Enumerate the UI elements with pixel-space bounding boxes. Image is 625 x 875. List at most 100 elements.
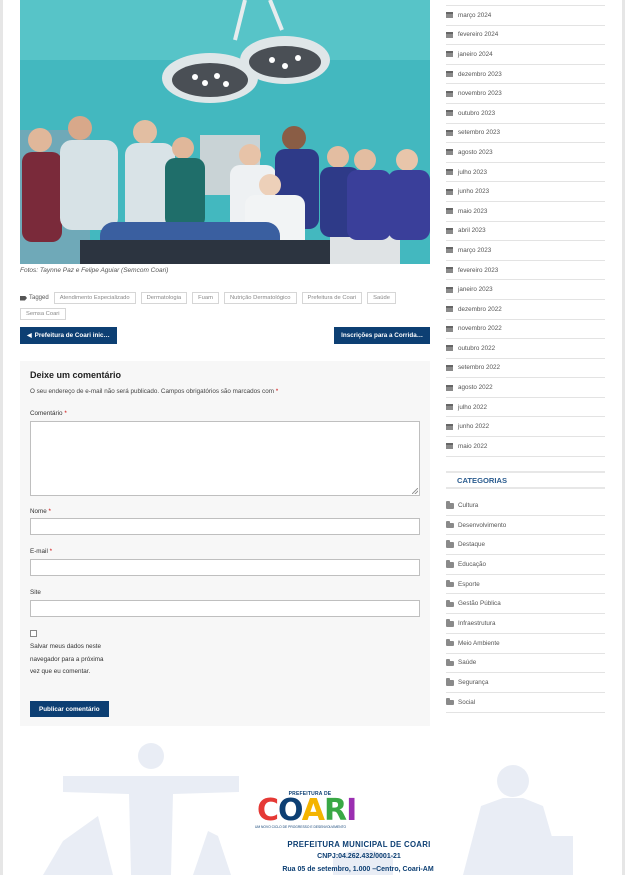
category-link[interactable]: Esporte (446, 575, 605, 595)
tag-link[interactable]: Saúde (367, 292, 396, 304)
page: Fotos: Taynne Paz e Felipe Aguiar (Semco… (0, 0, 625, 875)
category-link-label: Meio Ambiente (458, 639, 500, 647)
calendar-icon (446, 129, 453, 136)
archive-link-label: março 2024 (458, 11, 492, 19)
archive-link[interactable]: outubro 2022 (446, 339, 605, 359)
folder-icon (446, 580, 454, 588)
folder-icon (446, 560, 454, 568)
archive-link[interactable]: junho 2022 (446, 417, 605, 438)
comment-textarea[interactable] (30, 421, 420, 496)
archive-link[interactable]: maio 2022 (446, 437, 605, 457)
category-link[interactable]: Cultura (446, 496, 605, 516)
calendar-icon (446, 443, 453, 450)
archive-link[interactable]: julho 2023 (446, 163, 605, 183)
calendar-icon (446, 227, 453, 234)
archive-link-label: junho 2022 (458, 423, 490, 431)
archive-link[interactable]: outubro 2023 (446, 104, 605, 124)
archives-list: março 2024 fevereiro 2024 janeiro 2024 deze… (446, 5, 605, 457)
calendar-icon (446, 110, 453, 117)
category-link[interactable]: Segurança (446, 673, 605, 693)
next-post-button[interactable]: Inscrições para a Corrida… (334, 327, 430, 344)
email-label: E-mail * (30, 548, 52, 555)
archive-link[interactable]: fevereiro 2023 (446, 261, 605, 281)
archive-link-label: setembro 2023 (458, 129, 501, 137)
archive-link[interactable]: janeiro 2023 (446, 280, 605, 300)
archive-link[interactable]: abril 2023 (446, 222, 605, 242)
calendar-icon (446, 71, 453, 78)
category-link[interactable]: Infraestrutura (446, 614, 605, 634)
comment-label: Comentário * (30, 410, 67, 417)
archive-link[interactable]: junho 2023 (446, 182, 605, 202)
category-link[interactable]: Social (446, 693, 605, 713)
name-label-text: Nome (30, 508, 47, 515)
category-link[interactable]: Gestão Pública (446, 594, 605, 615)
previous-post-button[interactable]: ◀ Prefeitura de Coari inic… (20, 327, 117, 344)
email-input[interactable] (30, 559, 420, 576)
category-link-label: Segurança (458, 679, 489, 687)
required-mark: * (275, 388, 279, 395)
tag-link[interactable]: Dermatologia (140, 292, 188, 304)
folder-icon (446, 639, 454, 647)
tag-link[interactable]: Atendimento Especializado (53, 292, 136, 304)
resize-grip-icon[interactable] (412, 488, 418, 494)
category-link-label: Saúde (458, 659, 477, 667)
site-input[interactable] (30, 600, 420, 617)
tag-link[interactable]: Semsa Coari (20, 308, 66, 320)
next-post-label: Inscrições para a Corrida… (341, 332, 423, 339)
archive-link[interactable]: setembro 2022 (446, 359, 605, 379)
folder-icon (446, 540, 454, 548)
archive-link-label: março 2023 (458, 246, 492, 254)
archive-link-label: outubro 2023 (458, 109, 496, 117)
footer-address: Rua 05 de setembro, 1.000 –Centro, Coari… (282, 866, 434, 873)
tag-link[interactable]: Prefeitura de Coari (301, 292, 363, 304)
archive-link-label: janeiro 2024 (458, 50, 493, 58)
comment-notes-text: O seu endereço de e-mail não será public… (30, 388, 274, 395)
archive-link[interactable]: janeiro 2024 (446, 45, 605, 65)
logo-slogan: UM NOVO CICLO DE PROGRESSO E DESENVOLVIM… (255, 825, 347, 829)
category-link[interactable]: Desenvolvimento (446, 516, 605, 536)
tag-link[interactable]: Nutrição Dermatológico (223, 292, 297, 304)
category-link-label: Desenvolvimento (458, 521, 507, 529)
category-link-label: Educação (458, 560, 487, 568)
category-link[interactable]: Destaque (446, 535, 605, 556)
name-input[interactable] (30, 518, 420, 535)
archive-link[interactable]: março 2024 (446, 6, 605, 26)
archive-link[interactable]: maio 2023 (446, 202, 605, 222)
category-link[interactable]: Meio Ambiente (446, 634, 605, 654)
archive-link[interactable]: julho 2022 (446, 398, 605, 418)
archive-link[interactable]: novembro 2022 (446, 320, 605, 340)
calendar-icon (446, 345, 453, 352)
folder-icon (446, 501, 454, 509)
required-mark: * (49, 548, 53, 555)
archive-link[interactable]: dezembro 2023 (446, 65, 605, 85)
site-label: Site (30, 589, 41, 596)
archive-link-label: julho 2022 (458, 403, 488, 411)
calendar-icon (446, 267, 453, 274)
tag-link[interactable]: Fuam (192, 292, 219, 304)
archive-link[interactable]: março 2023 (446, 241, 605, 261)
calendar-icon (446, 404, 453, 411)
save-info-label: Salvar meus dados neste navegador para a… (30, 643, 104, 675)
calendar-icon (446, 364, 453, 371)
comment-label-text: Comentário (30, 410, 63, 417)
archive-link[interactable]: agosto 2023 (446, 143, 605, 163)
comment-form-title: Deixe um comentário (30, 370, 122, 380)
folder-icon (446, 678, 454, 686)
archive-link[interactable]: fevereiro 2024 (446, 26, 605, 46)
archive-link-label: setembro 2022 (458, 364, 501, 372)
archive-link[interactable]: agosto 2022 (446, 378, 605, 398)
archive-link[interactable]: setembro 2023 (446, 124, 605, 144)
submit-comment-button[interactable]: Publicar comentário (30, 701, 109, 717)
archive-link[interactable]: novembro 2023 (446, 84, 605, 104)
archive-link[interactable]: dezembro 2022 (446, 300, 605, 320)
archive-link-label: outubro 2022 (458, 344, 496, 352)
photo-caption: Fotos: Taynne Paz e Felipe Aguiar (Semco… (20, 267, 169, 274)
save-info-checkbox[interactable] (30, 630, 37, 637)
footer-org-name: PREFEITURA MUNICIPAL DE COARI (287, 840, 431, 849)
archive-link-label: fevereiro 2023 (458, 266, 499, 274)
folder-icon (446, 658, 454, 667)
category-link[interactable]: Educação (446, 555, 605, 575)
archive-link-label: novembro 2022 (458, 325, 502, 333)
category-link[interactable]: Saúde (446, 654, 605, 674)
archive-link-label: dezembro 2023 (458, 70, 502, 78)
